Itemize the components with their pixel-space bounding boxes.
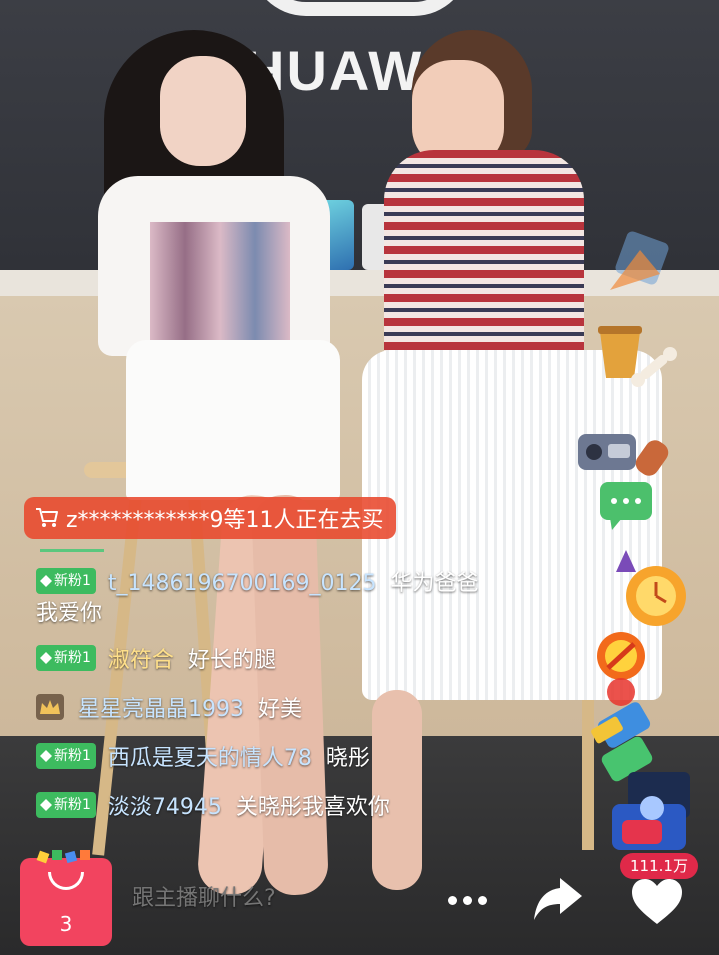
diamond-icon <box>40 652 52 664</box>
new-fan-badge: 新粉1 <box>36 792 96 818</box>
chat-message: 新粉1 淡淡74945 关晓彤我喜欢你 <box>36 792 496 823</box>
more-options-button[interactable] <box>440 884 494 916</box>
confetti-icon <box>36 850 90 864</box>
chat-message: 星星亮晶晶1993 好美 <box>36 694 496 725</box>
new-fan-badge: 新粉1 <box>36 743 96 769</box>
rocket-sticker-icon <box>610 231 669 290</box>
banner-progress-line <box>40 549 104 552</box>
purchase-notification: z************9等11人正在去买 <box>24 497 396 539</box>
chat-text: 好美 <box>258 697 303 722</box>
chat-message: 新粉1 淑符合 好长的腿 <box>36 645 496 676</box>
host-1-face <box>160 56 246 166</box>
diamond-icon <box>40 799 52 811</box>
chat-username[interactable]: 星星亮晶晶1993 <box>78 697 244 722</box>
new-fan-badge: 新粉1 <box>36 568 96 594</box>
chat-username[interactable]: t_1486196700169_0125 <box>108 571 377 596</box>
more-dot-icon <box>447 895 457 905</box>
more-dot-icon <box>477 895 487 905</box>
chat-text: 关晓彤我喜欢你 <box>235 795 390 820</box>
shopping-bag-icon <box>48 872 84 890</box>
chat-username[interactable]: 西瓜是夏天的情人78 <box>108 746 312 771</box>
chat-message: 新粉1 t_1486196700169_0125 华为爸爸我爱你 <box>36 568 496 629</box>
diamond-icon <box>40 575 52 587</box>
chat-input[interactable] <box>132 886 412 911</box>
chat-text: 晓彤 <box>325 746 370 771</box>
host-2-sweater <box>384 150 584 365</box>
chat-text: 好长的腿 <box>187 648 276 673</box>
bottom-bar: 3 <box>0 850 719 955</box>
more-dot-icon <box>462 895 472 905</box>
chat-message: 新粉1 西瓜是夏天的情人78 晓彤 <box>36 743 496 774</box>
no-sign-sticker-icon <box>597 632 645 706</box>
shop-item-count: 3 <box>59 912 73 936</box>
host-1-shirt-print <box>150 222 290 350</box>
chat-username[interactable]: 淡淡74945 <box>108 795 222 820</box>
gift-character-sticker-icon <box>612 772 690 850</box>
crown-icon <box>36 694 64 720</box>
shopping-bag-button[interactable]: 3 <box>20 850 112 946</box>
cart-icon <box>34 505 60 531</box>
host-1-skirt <box>126 340 340 500</box>
chat-username[interactable]: 淑符合 <box>108 648 174 673</box>
new-fan-badge: 新粉1 <box>36 645 96 671</box>
clock-sticker-icon <box>616 550 686 626</box>
heart-icon[interactable] <box>630 878 684 926</box>
chat-bubble-sticker-icon <box>600 482 652 530</box>
share-arrow-icon[interactable] <box>530 872 586 926</box>
bone-icon <box>631 347 677 387</box>
diamond-icon <box>40 750 52 762</box>
purchase-notification-text: z************9等11人正在去买 <box>66 508 384 533</box>
chat-feed: 新粉1 t_1486196700169_0125 华为爸爸我爱你 新粉1 淑符合好… <box>36 568 496 841</box>
